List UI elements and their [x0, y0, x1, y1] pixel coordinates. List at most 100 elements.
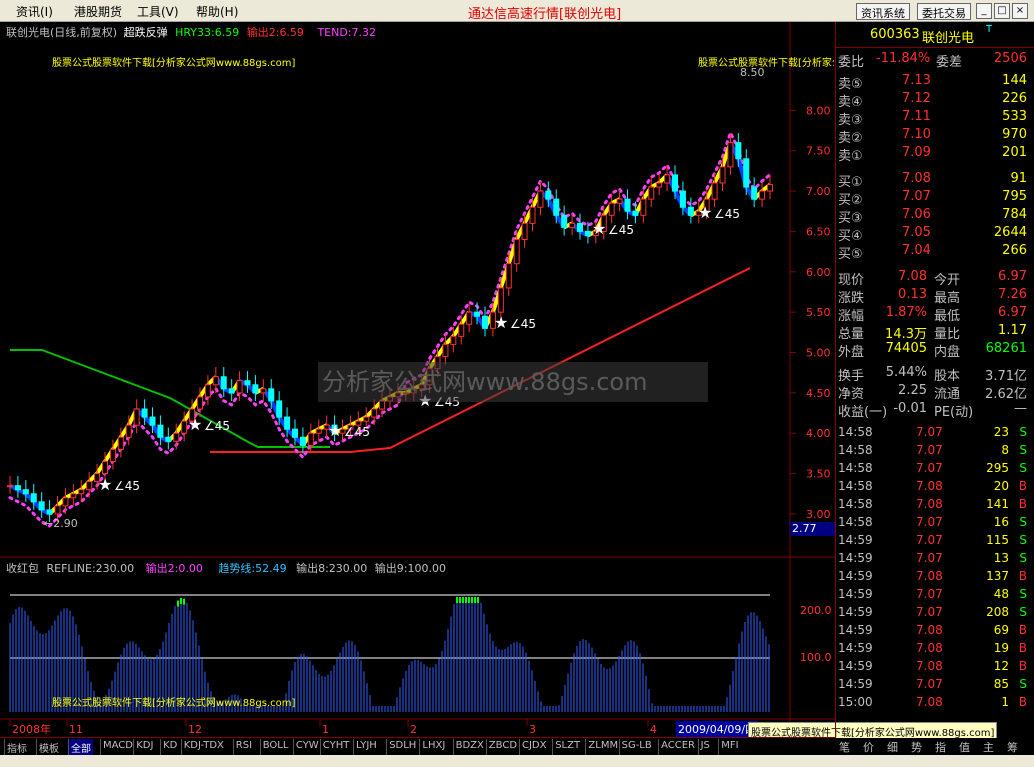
legend-indicator: 超跌反弹 [123, 26, 168, 39]
quote-tab[interactable]: 笔 [839, 739, 850, 755]
candle-body [30, 493, 37, 503]
angle-label: ∠45 [608, 223, 634, 237]
candle-body [632, 210, 639, 216]
candle-body [648, 186, 655, 200]
candle-body [284, 416, 291, 430]
low-price-mark: ←2.90 [44, 517, 78, 530]
indicator-tab[interactable]: RSI [232, 739, 254, 755]
candle-body [450, 335, 457, 345]
quote-tab[interactable]: 势 [911, 739, 922, 755]
sub-legend: 收红包 REFLINE:230.00 输出2:0.00 趋势线:52.49 输出… [6, 560, 446, 576]
chart-area[interactable]: 8.00 7.50 7.00 6.50 6.00 5.50 5.00 4.50 4.00 3.50… [0, 22, 998, 748]
tick-row: 14:58 7.07 295 S [838, 461, 1027, 475]
price-tick-label: 3.50 [806, 468, 831, 481]
sub-legend-out2: 输出2:0.00 [145, 562, 203, 575]
sub-axis-200: 200.0 [800, 604, 832, 617]
order-trade-button[interactable]: 委托交易 [917, 3, 971, 20]
indicator-tab[interactable]: KDJ [133, 739, 155, 755]
menu-tools[interactable]: 工具(V) [137, 3, 179, 20]
sub-legend-refline: REFLINE:230.00 [46, 562, 135, 575]
quote-tab[interactable]: 主 [983, 739, 994, 755]
tick-row: 14:59 7.07 208 S [838, 605, 1027, 619]
candle-body [70, 493, 77, 499]
candle-body [260, 388, 267, 394]
quote-tab[interactable]: 筹 [1007, 739, 1018, 755]
candle-body [466, 311, 473, 325]
indicator-tab[interactable]: ZLMM [585, 739, 620, 755]
star-icon: ★ [328, 421, 342, 440]
indicator-tab[interactable]: KD [160, 739, 179, 755]
quote-tab[interactable]: 指 [935, 739, 946, 755]
status-bar [0, 755, 1034, 767]
current-price-tag: 2.77 [790, 522, 835, 536]
candle-body [252, 384, 259, 394]
bid-row: 买① 7.08 91 [838, 171, 1027, 190]
indicator-curves [8, 128, 772, 528]
tdx-window: 资讯(I) 港股期货 工具(V) 帮助(H) 通达信高速行情[联创光电] 资讯系… [0, 0, 1034, 767]
star-icon: ★ [98, 475, 112, 494]
indicator-tab[interactable]: ACCER [658, 739, 697, 755]
indicator-tab[interactable]: SG-LB [618, 739, 654, 755]
star-icon: ★ [494, 313, 508, 332]
indicator-tab[interactable]: BDZX [452, 739, 486, 755]
star-icon: ★ [698, 203, 712, 222]
indicator-tab[interactable]: BOLL [259, 739, 291, 755]
indicator-tab[interactable]: LHXJ [419, 739, 447, 755]
date-label: 2 [410, 723, 417, 736]
candle-body [497, 287, 504, 313]
ask-row: 卖③ 7.11 533 [838, 109, 1027, 128]
candle-body [553, 198, 560, 216]
indicator-tab[interactable]: 模板 [36, 739, 61, 755]
menu-hk-futures[interactable]: 港股期货 [74, 3, 122, 20]
indicator-tab[interactable]: CYW [292, 739, 321, 755]
tick-row: 14:59 7.07 13 S [838, 551, 1027, 565]
candle-body [109, 448, 116, 462]
candle-body [664, 174, 671, 184]
date-cursor: 2009/04/09/四 [676, 721, 759, 737]
tick-row: 14:59 7.08 19 B [838, 641, 1027, 655]
indicator-tab[interactable]: CYHT [319, 739, 352, 755]
candle-body [743, 158, 750, 188]
menu-bar: 资讯(I) 港股期货 工具(V) 帮助(H) 通达信高速行情[联创光电] 资讯系… [0, 0, 1034, 22]
candle-body [292, 428, 298, 438]
indicator-tab[interactable]: ZBCD [485, 739, 519, 755]
indicator-tab[interactable]: SLZT [552, 739, 582, 755]
ask-row: 卖④ 7.12 226 [838, 91, 1027, 110]
candle-body [220, 376, 227, 390]
watermark-left: 股票公式股票软件下载[分析家公式网www.88gs.com] [52, 58, 296, 69]
close-icon[interactable]: × [1012, 3, 1028, 19]
indicator-tab[interactable]: KDJ-TDX [180, 739, 226, 755]
candle-body [268, 388, 275, 402]
date-axis: 2008年 11 12 1 2 3 4 [9, 719, 657, 736]
candle-body [521, 222, 528, 241]
indicator-tab[interactable]: JS [697, 739, 712, 755]
indicator-tab[interactable]: 全部 [68, 739, 93, 755]
quote-row: 现价 7.08 今开 6.97 [838, 269, 1027, 288]
candle-body [561, 214, 568, 228]
menu-news[interactable]: 资讯(I) [16, 3, 53, 20]
quote-tab[interactable]: 细 [887, 739, 898, 755]
maximize-icon[interactable]: □ [994, 3, 1010, 19]
indicator-tab[interactable]: MACD [100, 739, 135, 755]
indicator-tabs-bar: 指标 模板 全部 MACD KDJ KD KDJ-TDX RSI BOLL CYW CYHT LYJH… [0, 737, 835, 755]
indicator-tab[interactable]: LYJH [353, 739, 379, 755]
quote-tab[interactable]: 价 [863, 739, 874, 755]
indicator-tab[interactable]: SDLH [386, 739, 418, 755]
news-system-button[interactable]: 资讯系统 [856, 3, 910, 20]
angle-label: ∠45 [510, 317, 536, 331]
tick-row: 14:58 7.08 20 B [838, 479, 1027, 493]
menu-help[interactable]: 帮助(H) [196, 3, 238, 20]
tick-row: 14:58 7.07 23 S [838, 425, 1027, 439]
candle-body [149, 416, 156, 426]
tick-row: 14:59 7.07 115 S [838, 533, 1027, 547]
minimize-icon[interactable]: _ [976, 3, 992, 19]
indicator-tab[interactable]: CJDX [519, 739, 548, 755]
indicator-tab[interactable]: MFI [718, 739, 740, 755]
angle-label: ∠45 [344, 425, 370, 439]
candle-body [379, 400, 386, 410]
bid-row: 买③ 7.06 784 [838, 207, 1027, 226]
quote-tabs: 笔价细势指值主筹 [835, 738, 1034, 755]
indicator-tab[interactable]: 指标 [4, 739, 29, 755]
candle-body [442, 343, 449, 358]
quote-tab[interactable]: 值 [959, 739, 970, 755]
